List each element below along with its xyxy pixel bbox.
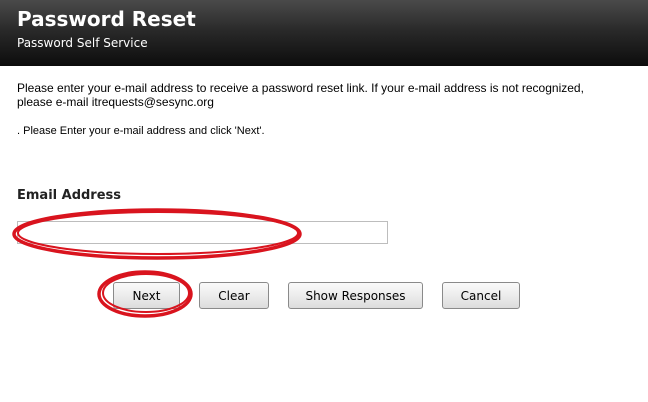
show-responses-button[interactable]: Show Responses [288,282,423,309]
clear-button[interactable]: Clear [199,282,269,309]
intro-line-1: Please enter your e-mail address to rece… [17,81,584,95]
instruction-text: . Please Enter your e-mail address and c… [17,125,265,137]
intro-text: Please enter your e-mail address to rece… [17,81,637,109]
page-header: Password Reset Password Self Service [0,0,648,66]
email-field[interactable] [17,221,388,244]
next-button[interactable]: Next [113,282,180,309]
page-title: Password Reset [17,7,196,31]
cancel-button[interactable]: Cancel [442,282,520,309]
page-subtitle: Password Self Service [17,36,148,50]
intro-line-2: please e-mail itrequests@sesync.org [17,95,214,109]
email-label: Email Address [17,188,122,203]
